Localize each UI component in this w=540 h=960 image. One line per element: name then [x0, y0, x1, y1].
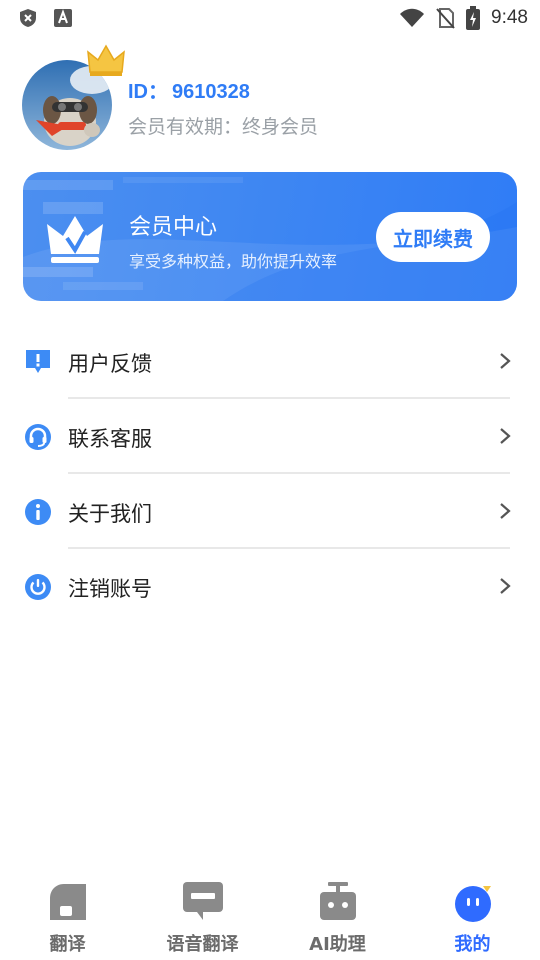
vip-crown-icon	[47, 216, 103, 263]
no-sim-icon	[436, 8, 455, 29]
home-icon	[49, 884, 86, 920]
nav-tab-label: 翻译	[49, 934, 86, 955]
profile-header: ID： 9610328 会员有效期：终身会员	[22, 44, 522, 153]
menu-item-label: 关于我们	[68, 502, 152, 526]
status-bar: 9:48	[0, 0, 540, 36]
settings-menu: 用户反馈 联系客服 关于我们 注销账号	[0, 324, 540, 624]
user-id: ID： 9610328	[128, 75, 250, 104]
member-card-subtitle: 享受多种权益，助你提升效率	[129, 252, 338, 271]
renew-button[interactable]: 立即续费	[376, 212, 490, 262]
chevron-right-icon	[500, 428, 511, 444]
chat-icon	[182, 882, 223, 920]
battery-charging-icon	[466, 6, 481, 30]
user-id-value: 9610328	[172, 81, 250, 103]
profile-face-icon	[454, 886, 491, 922]
chevron-right-icon	[500, 353, 511, 369]
menu-item-label: 用户反馈	[68, 352, 152, 376]
headset-icon	[25, 424, 51, 450]
member-card-title: 会员中心	[129, 215, 218, 240]
menu-item-delete-account[interactable]: 注销账号	[0, 549, 540, 624]
nav-tab-mine[interactable]: 我的	[405, 872, 540, 960]
nav-tab-label: AI助理	[309, 934, 366, 955]
menu-item-about-us[interactable]: 关于我们	[0, 474, 540, 549]
user-id-label: ID：	[128, 81, 168, 103]
chevron-right-icon	[500, 578, 511, 594]
nav-tab-label: 我的	[454, 934, 491, 955]
bottom-navigation: 翻译 语音翻译 AI助理 我的	[0, 872, 540, 960]
menu-item-label: 联系客服	[68, 427, 152, 451]
member-center-card[interactable]: 会员中心 享受多种权益，助你提升效率 立即续费	[23, 172, 517, 301]
nav-tab-translate[interactable]: 翻译	[0, 872, 135, 960]
shield-x-icon	[20, 9, 36, 27]
font-a-icon	[54, 9, 72, 27]
nav-tab-label: 语音翻译	[166, 934, 239, 955]
feedback-icon	[26, 350, 50, 373]
robot-icon	[319, 882, 356, 920]
menu-item-label: 注销账号	[68, 577, 152, 601]
nav-tab-voice-translate[interactable]: 语音翻译	[135, 872, 270, 960]
membership-status: 会员有效期：终身会员	[128, 116, 319, 138]
chevron-right-icon	[500, 503, 511, 519]
crown-icon	[87, 44, 125, 76]
status-time: 9:48	[491, 7, 528, 28]
power-icon	[25, 574, 51, 600]
menu-item-contact-support[interactable]: 联系客服	[0, 399, 540, 474]
info-icon	[25, 499, 51, 525]
wifi-icon	[400, 8, 425, 27]
menu-item-feedback[interactable]: 用户反馈	[0, 324, 540, 399]
nav-tab-ai-assistant[interactable]: AI助理	[270, 872, 405, 960]
